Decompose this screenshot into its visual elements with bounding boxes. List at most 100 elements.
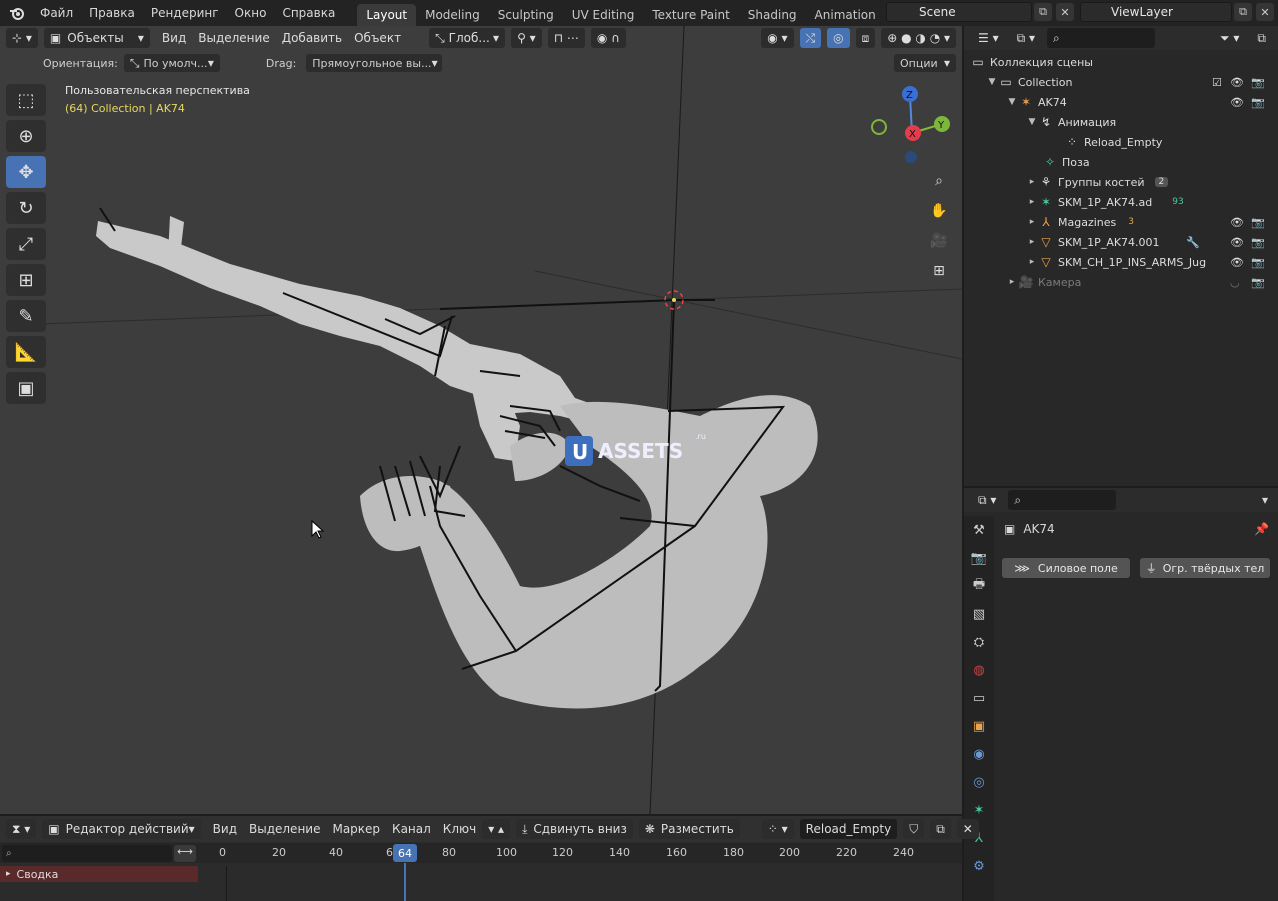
outliner-row[interactable]: ⁘ Reload_Empty [964, 132, 1278, 152]
measure-tool-icon[interactable]: 📐 [6, 336, 46, 368]
mode-selector[interactable]: ▣ Объекты ▾ [43, 28, 150, 48]
zoom-icon[interactable]: ⌕ [927, 169, 951, 193]
3d-viewport[interactable]: U ASSETS .ru Z Y X ⊹ ▾ ▣ Объекты ▾ Вид Выд… [0, 26, 962, 814]
navigation-gizmo[interactable]: Z Y X [871, 86, 950, 163]
menu-window[interactable]: Окно [227, 2, 275, 24]
dopesheet-editor-type-icon[interactable]: ⧗ ▾ [6, 819, 37, 839]
fake-user-shield-icon[interactable]: ⛉ [903, 819, 925, 839]
display-mode-icon[interactable]: ⧉ ▾ [1010, 28, 1042, 48]
scale-tool-icon[interactable]: ⤢ [6, 228, 46, 260]
ortho-grid-icon[interactable]: ⊞ [927, 259, 951, 283]
pivot-point-icon[interactable]: ⚲ ▾ [511, 28, 542, 48]
bone-tab-icon[interactable]: ⚙ [964, 852, 994, 880]
summary-channel[interactable]: ▸ Сводка [0, 866, 198, 882]
outliner-row[interactable]: ▸ ⚘ Группы костей 2 [964, 172, 1278, 192]
drag-dropdown[interactable]: Прямоугольное вы... ▾ [306, 54, 443, 72]
render-camera-icon[interactable]: 📷 [1251, 236, 1265, 249]
overlay-toggle-icon[interactable]: ◎ [827, 28, 850, 48]
stash-button[interactable]: ❋ Разместить [638, 819, 740, 839]
modifiers-tab-icon[interactable]: ◉ [964, 740, 994, 768]
view-layer-tab-icon[interactable]: ▧ [964, 600, 994, 628]
dopesheet-menu-select[interactable]: Выделение [243, 822, 326, 836]
new-view-layer-icon[interactable]: ⧉ [1234, 3, 1252, 21]
tab-texture-paint[interactable]: Texture Paint [643, 4, 738, 26]
orientation-dropdown[interactable]: ⤡ По умолч... ▾ [123, 54, 220, 72]
outliner-row[interactable]: ▼ ▭ Collection ☑ 👁 📷 [964, 72, 1278, 92]
eye-icon[interactable]: 👁 [1230, 96, 1244, 109]
rigid-body-constraint-button[interactable]: ⏚ Огр. твёрдых тел [1140, 558, 1270, 578]
dopesheet-menu-marker[interactable]: Маркер [326, 822, 386, 836]
render-camera-icon[interactable]: 📷 [1251, 276, 1265, 289]
world-tab-icon[interactable]: ◍ [964, 656, 994, 684]
tab-animation[interactable]: Animation [806, 4, 885, 26]
delete-view-layer-icon[interactable]: ✕ [1256, 3, 1274, 21]
eye-icon[interactable]: 👁 [1230, 236, 1244, 249]
dopesheet-menu-key[interactable]: Ключ [437, 822, 482, 836]
viewport-menu-add[interactable]: Добавить [276, 31, 348, 45]
viewport-menu-select[interactable]: Выделение [192, 31, 275, 45]
editor-type-icon[interactable]: ⊹ ▾ [6, 28, 38, 48]
outliner-row[interactable]: ▸ ⅄ Magazines 3 👁 📷 [964, 212, 1278, 232]
scene-tab-icon[interactable]: ⛭ [964, 628, 994, 656]
outliner-row[interactable]: ▸ ✶ SKM_1P_AK74.ad 93 [964, 192, 1278, 212]
add-cube-tool-icon[interactable]: ▣ [6, 372, 46, 404]
tab-shading[interactable]: Shading [739, 4, 806, 26]
outliner-row[interactable]: ▸ 🎥 Камера ◡ 📷 [964, 272, 1278, 292]
channel-search-input[interactable]: ⌕ [2, 845, 172, 862]
checkbox-icon[interactable]: ☑ [1212, 76, 1222, 89]
xray-toggle-icon[interactable]: ⧈ [855, 28, 876, 48]
output-tab-icon[interactable]: 🖶 [964, 572, 994, 600]
shading-modes-icon[interactable]: ⊕ ● ◑ ◔ ▾ [881, 28, 956, 48]
tab-uv-editing[interactable]: UV Editing [563, 4, 644, 26]
dopesheet-mode-dropdown[interactable]: ▣ Редактор действий ▾ [42, 819, 201, 839]
options-dropdown[interactable]: Опции ▾ [894, 54, 956, 72]
collection-tab-icon[interactable]: ▭ [964, 684, 994, 712]
outliner-row[interactable]: ▼ ✶ AK74 👁 📷 [964, 92, 1278, 112]
dopesheet-menu-view[interactable]: Вид [207, 822, 243, 836]
pin-icon[interactable]: 📌 [1254, 522, 1269, 536]
render-camera-icon[interactable]: 📷 [1251, 216, 1265, 229]
proportional-edit-icon[interactable]: ◉ ∩ [590, 28, 626, 48]
move-tool-icon[interactable]: ✥ [6, 156, 46, 188]
tab-sculpting[interactable]: Sculpting [489, 4, 563, 26]
action-name-field[interactable]: Reload_Empty [799, 819, 898, 839]
delete-scene-icon[interactable]: ✕ [1056, 3, 1074, 21]
unlink-action-icon[interactable]: ✕ [956, 819, 979, 839]
new-action-icon[interactable]: ⧉ [930, 819, 951, 839]
pan-hand-icon[interactable]: ✋ [927, 199, 951, 223]
select-box-icon[interactable]: ⬚ [6, 84, 46, 116]
eye-icon[interactable]: 👁 [1230, 76, 1244, 89]
rotate-tool-icon[interactable]: ↻ [6, 192, 46, 224]
gizmo-toggle-icon[interactable]: ⤭ [799, 28, 822, 48]
physics-tab-icon[interactable]: ◎ [964, 768, 994, 796]
outliner-row-scene-collection[interactable]: ▭ Коллекция сцены [964, 52, 1278, 72]
annotate-tool-icon[interactable]: ✎ [6, 300, 46, 332]
push-down-button[interactable]: ⤓ Сдвинуть вниз [516, 819, 633, 839]
sync-length-icon[interactable]: ⟷ [174, 845, 196, 862]
outliner-editor-type-icon[interactable]: ☰ ▾ [972, 28, 1005, 48]
menu-edit[interactable]: Правка [81, 2, 143, 24]
scene-selector[interactable]: Scene [886, 2, 1032, 22]
action-type-icon[interactable]: ⁘ ▾ [761, 819, 794, 839]
new-scene-icon[interactable]: ⧉ [1034, 3, 1052, 21]
viewport-menu-object[interactable]: Объект [348, 31, 407, 45]
cursor-tool-icon[interactable]: ⊕ [6, 120, 46, 152]
outliner-row[interactable]: ▸ ▽ SKM_CH_1P_INS_ARMS_Jug 👁 📷 [964, 252, 1278, 272]
eye-icon[interactable]: 👁 [1230, 216, 1244, 229]
transform-orientation-dropdown[interactable]: ⤡ Глоб... ▾ [429, 28, 506, 48]
current-frame-marker[interactable]: 64 [393, 844, 417, 862]
menu-help[interactable]: Справка [274, 2, 343, 24]
visibility-icon[interactable]: ◉ ▾ [761, 28, 794, 48]
new-collection-icon[interactable]: ⧉ [1251, 28, 1272, 48]
render-camera-icon[interactable]: 📷 [1251, 256, 1265, 269]
properties-search-input[interactable]: ⌕ [1008, 490, 1117, 510]
camera-view-icon[interactable]: 🎥 [927, 229, 951, 253]
eye-hidden-icon[interactable]: ◡ [1230, 276, 1240, 289]
tab-layout[interactable]: Layout [357, 4, 417, 26]
outliner-search-input[interactable]: ⌕ [1047, 28, 1156, 48]
view-layer-selector[interactable]: ViewLayer [1080, 2, 1232, 22]
snap-icon[interactable]: ⊓ ⋯ [547, 28, 585, 48]
menu-render[interactable]: Рендеринг [143, 2, 227, 24]
object-tab-icon[interactable]: ▣ [964, 712, 994, 740]
menu-file[interactable]: Файл [32, 2, 81, 24]
